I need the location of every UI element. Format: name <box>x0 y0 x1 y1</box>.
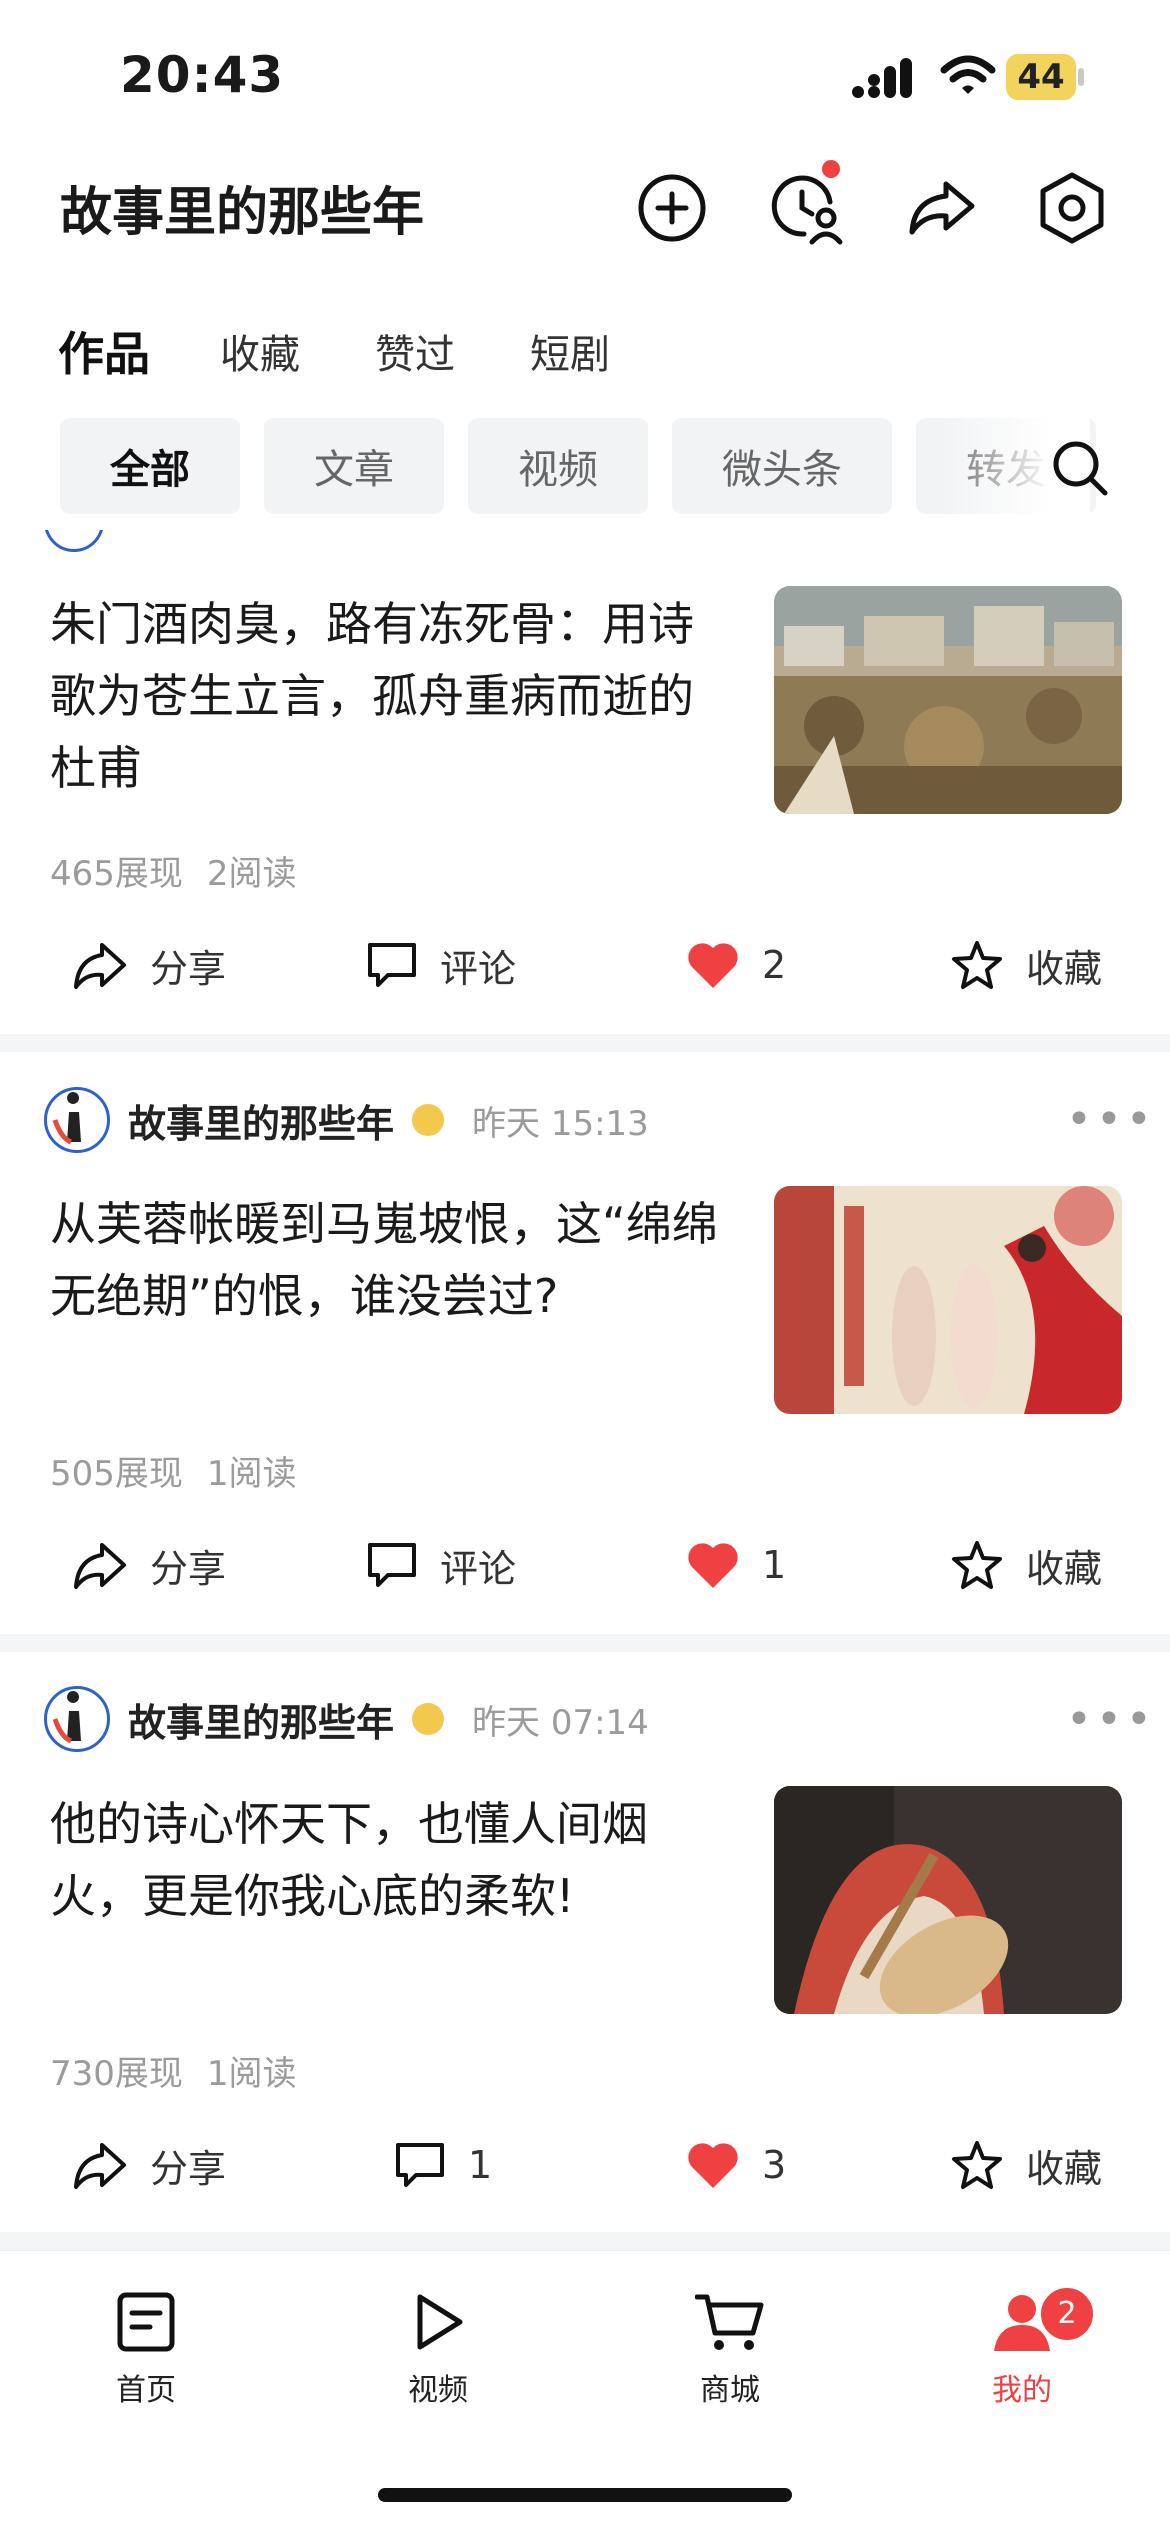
feed-separator <box>0 1034 1170 1052</box>
article-title[interactable]: 朱门酒肉臭，路有冻死骨：用诗歌为苍生立言，孤舟重病而逝的杜甫 <box>50 588 730 804</box>
like-button[interactable]: 2 <box>686 930 786 1000</box>
article-stats: 465展现 2阅读 <box>50 846 321 895</box>
share-icon <box>74 2143 126 2189</box>
status-time: 20:43 <box>120 46 285 104</box>
star-icon <box>952 2141 1002 2189</box>
tab-favorites[interactable]: 收藏 <box>220 322 300 380</box>
nav-mall[interactable]: 商城 <box>660 2291 800 2409</box>
filter-chip-row: 全部 文章 视频 微头条 转发 <box>0 418 1170 518</box>
nav-label: 商城 <box>700 2373 760 2408</box>
share-button[interactable]: 分享 <box>72 1530 226 1600</box>
read-count: 1阅读 <box>206 1454 297 1494</box>
tab-works[interactable]: 作品 <box>58 318 150 384</box>
favorite-button[interactable]: 收藏 <box>950 2130 1102 2200</box>
comment-icon <box>368 1543 416 1587</box>
nav-label: 首页 <box>116 2373 176 2408</box>
chip-articles[interactable]: 文章 <box>264 418 444 514</box>
post-time: 昨天 07:14 <box>472 1702 649 1743</box>
visitor-history-button[interactable] <box>770 160 846 246</box>
home-indicator <box>378 2488 792 2502</box>
author-row: 故事里的那些年 昨天 15:13 <box>44 1085 649 1155</box>
like-count: 1 <box>762 1543 787 1587</box>
share-icon[interactable] <box>904 170 980 246</box>
avatar[interactable] <box>44 1686 110 1752</box>
feed-separator <box>0 1634 1170 1652</box>
more-options-icon[interactable]: ••• <box>1066 1094 1156 1145</box>
heart-icon <box>688 1543 738 1588</box>
heart-icon <box>688 943 738 988</box>
heart-icon <box>688 2143 738 2188</box>
cart-icon <box>694 2294 764 2350</box>
view-count: 730展现 <box>50 2054 183 2094</box>
nav-label: 我的 <box>992 2373 1052 2408</box>
article-thumbnail[interactable] <box>774 586 1122 814</box>
author-name[interactable]: 故事里的那些年 <box>128 1692 394 1747</box>
comment-button[interactable]: 评论 <box>366 1530 516 1600</box>
comment-button[interactable]: 1 <box>394 2130 492 2200</box>
feed-separator <box>0 2232 1170 2250</box>
chip-videos[interactable]: 视频 <box>468 418 648 514</box>
search-icon[interactable] <box>1050 438 1110 498</box>
like-count: 2 <box>762 943 787 987</box>
article-thumbnail[interactable] <box>774 1186 1122 1414</box>
post-time: 昨天 15:13 <box>472 1103 649 1144</box>
like-count: 3 <box>762 2143 787 2187</box>
read-count: 1阅读 <box>206 2054 297 2094</box>
favorite-button[interactable]: 收藏 <box>950 1530 1102 1600</box>
avatar[interactable] <box>44 1087 110 1153</box>
article-title[interactable]: 从芙蓉帐暖到马嵬坡恨，这“绵绵无绝期”的恨，谁没尝过? <box>50 1188 730 1332</box>
visitor-clock-icon <box>771 175 843 245</box>
star-icon <box>952 1541 1002 1589</box>
add-icon[interactable] <box>634 170 710 246</box>
battery-indicator: 44 <box>1006 54 1086 100</box>
comment-icon <box>368 943 416 987</box>
comment-icon <box>396 2143 444 2187</box>
settings-icon[interactable] <box>1034 170 1110 246</box>
article-thumbnail[interactable] <box>774 1786 1122 2014</box>
chip-all[interactable]: 全部 <box>60 418 240 514</box>
verified-badge-icon <box>412 1703 445 1735</box>
notification-badge: 2 <box>1038 2285 1096 2343</box>
wifi-icon <box>940 55 996 94</box>
nav-me[interactable]: 我的 2 <box>952 2285 1096 2409</box>
star-icon <box>952 941 1002 989</box>
view-count: 505展现 <box>50 1454 183 1494</box>
nav-video[interactable]: 视频 <box>368 2291 508 2409</box>
battery-level: 44 <box>1017 57 1065 97</box>
cellular-signal-icon <box>852 58 912 98</box>
nav-label: 视频 <box>408 2373 468 2408</box>
article-stats: 505展现 1阅读 <box>50 1446 321 1495</box>
nav-home[interactable]: 首页 <box>76 2291 216 2409</box>
favorite-button[interactable]: 收藏 <box>950 930 1102 1000</box>
like-button[interactable]: 3 <box>686 2130 786 2200</box>
comment-button[interactable]: 评论 <box>366 930 516 1000</box>
tab-liked[interactable]: 赞过 <box>375 322 455 380</box>
view-count: 465展现 <box>50 854 183 894</box>
avatar-partial <box>44 530 104 552</box>
author-row: 故事里的那些年 昨天 07:14 <box>44 1684 649 1754</box>
notification-dot <box>822 160 840 178</box>
author-name[interactable]: 故事里的那些年 <box>128 1093 394 1148</box>
more-options-icon[interactable]: ••• <box>1066 1694 1156 1745</box>
chip-micro-posts[interactable]: 微头条 <box>672 418 892 514</box>
share-icon <box>74 943 126 989</box>
home-doc-icon <box>117 2292 175 2352</box>
read-count: 2阅读 <box>206 854 297 894</box>
article-title[interactable]: 他的诗心怀天下，也懂人间烟火，更是你我心底的柔软! <box>50 1788 730 1932</box>
share-icon <box>74 1543 126 1589</box>
like-button[interactable]: 1 <box>686 1530 786 1600</box>
verified-badge-icon <box>412 1104 445 1136</box>
play-icon <box>417 2294 463 2350</box>
page-title: 故事里的那些年 <box>60 183 425 243</box>
share-button[interactable]: 分享 <box>72 2130 226 2200</box>
article-stats: 730展现 1阅读 <box>50 2046 321 2095</box>
comment-count: 1 <box>468 2143 493 2187</box>
tab-short-drama[interactable]: 短剧 <box>530 322 610 380</box>
share-button[interactable]: 分享 <box>72 930 226 1000</box>
